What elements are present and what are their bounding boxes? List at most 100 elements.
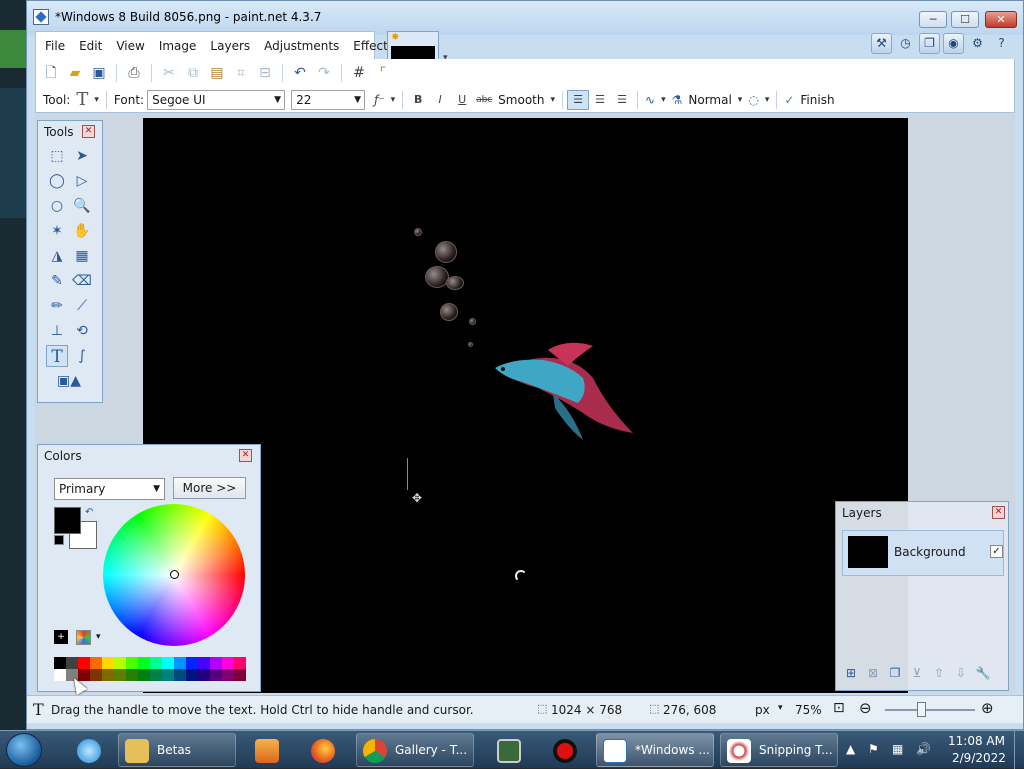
palette-swatch[interactable] [210,657,222,669]
deselect-icon[interactable]: ⊟ [254,63,276,83]
tools-panel-close-icon[interactable]: ✕ [82,125,95,138]
tools-window-toggle-icon[interactable]: ⚒ [871,33,892,54]
grid-icon[interactable]: # [348,63,370,83]
pencil-icon[interactable]: ✏ [46,295,68,317]
palette-swatch[interactable] [174,657,186,669]
zoom-icon[interactable]: 🔍 [71,195,93,217]
chevron-down-icon[interactable]: ▾ [762,95,773,105]
zoom-to-window-icon[interactable]: ⊡ [833,700,845,716]
close-button[interactable]: ✕ [985,11,1017,28]
pan-hand-icon[interactable]: ✋ [71,220,93,242]
palette-menu-icon[interactable] [76,630,91,645]
paintbrush-icon[interactable]: ✎ [46,270,68,292]
palette-swatch[interactable] [234,669,246,681]
palette-swatch[interactable] [162,669,174,681]
minimize-button[interactable]: ─ [919,11,947,28]
save-icon[interactable]: ▣ [88,63,110,83]
new-file-icon[interactable]: 🗋 [40,63,62,83]
italic-button[interactable]: I [429,93,451,106]
chevron-down-icon[interactable]: ▾ [388,95,399,105]
palette-swatch[interactable] [102,657,114,669]
align-right-icon[interactable]: ☰ [611,93,633,106]
layer-visibility-checkbox[interactable]: ✓ [990,545,1003,558]
palette-swatch[interactable] [174,669,186,681]
colors-window-toggle-icon[interactable]: ◉ [943,33,964,54]
palette-swatch[interactable] [150,657,162,669]
palette-swatch[interactable] [66,657,78,669]
bold-button[interactable]: B [407,93,429,106]
cut-icon[interactable]: ✂ [158,63,180,83]
move-layer-down-icon[interactable]: ⇩ [952,664,970,682]
palette-swatch[interactable] [186,669,198,681]
taskbar-app-chrome[interactable]: Gallery - T... [356,733,474,767]
network-icon[interactable]: ▦ [892,742,903,756]
show-hidden-icons-chevron-icon[interactable]: ▲ [846,742,855,756]
maximize-button[interactable]: ☐ [951,11,979,28]
help-icon[interactable]: ? [991,33,1012,54]
strikethrough-button[interactable]: abc [473,95,495,105]
more-colors-button[interactable]: More >> [173,477,246,499]
color-wheel-marker[interactable] [170,570,179,579]
selection-clipping-icon[interactable]: ◌ [745,93,761,107]
crop-icon[interactable]: ⌗ [230,63,252,83]
palette-swatch[interactable] [78,657,90,669]
taskbar-app-betas[interactable]: Betas [118,733,236,767]
move-selection-icon[interactable]: ▷ [71,170,93,192]
zoom-level[interactable]: 75% [795,703,822,717]
eraser-icon[interactable]: ⌫ [71,270,93,292]
taskbar-app-paintnet[interactable]: *Windows ... [596,733,714,767]
menu-view[interactable]: View [109,32,151,60]
rulers-icon[interactable]: ⌜ [372,63,394,83]
palette-swatch[interactable] [186,657,198,669]
palette-swatch[interactable] [234,657,246,669]
ellipse-select-icon[interactable]: ○ [46,195,68,217]
taskbar-app-snipping-tool[interactable]: Snipping T... [720,733,838,767]
palette-swatch[interactable] [198,669,210,681]
blend-mode-chevron-icon[interactable]: ▾ [735,95,746,105]
paintnet-app-icon[interactable] [33,9,49,25]
shapes-icon[interactable]: ▣▲ [46,370,92,392]
units-select[interactable]: px [755,703,770,717]
taskbar-firefox[interactable] [298,733,346,767]
palette-swatch[interactable] [222,657,234,669]
palette-swatch[interactable] [222,669,234,681]
font-smoothing-icon[interactable]: ƒ⁻ [371,93,388,107]
layer-properties-wrench-icon[interactable]: 🔧 [974,664,992,682]
start-button-windows-icon[interactable] [6,733,42,767]
move-layer-up-icon[interactable]: ⇧ [930,664,948,682]
palette-swatch[interactable] [54,669,66,681]
zoom-slider-track[interactable] [885,709,975,711]
copy-icon[interactable]: ⧉ [182,63,204,83]
palette-swatch[interactable] [114,669,126,681]
blend-mode-flask-icon[interactable]: ⚗ [669,93,686,107]
palette-swatch[interactable] [126,669,138,681]
antialiasing-value[interactable]: Smooth [495,93,547,107]
swap-colors-icon[interactable]: ↶ [85,507,93,518]
volume-icon[interactable]: 🔊 [916,742,931,756]
palette-swatch[interactable] [198,657,210,669]
taskbar-media-player[interactable] [242,733,290,767]
history-window-toggle-icon[interactable]: ◷ [895,33,916,54]
chevron-down-icon[interactable]: ▾ [658,95,669,105]
palette-swatch[interactable] [138,657,150,669]
menu-layers[interactable]: Layers [203,32,257,60]
print-icon[interactable]: ⎙ [123,63,145,83]
add-color-to-palette-icon[interactable]: + [54,630,68,644]
paste-icon[interactable]: ▤ [206,63,228,83]
taskbar-internet-explorer[interactable] [64,733,112,767]
layer-row-background[interactable]: Background ✓ [842,530,1004,576]
finish-check-icon[interactable]: ✓ [781,93,797,107]
menu-file[interactable]: File [38,32,72,60]
delete-layer-icon[interactable]: ⊠ [864,664,882,682]
palette-swatch[interactable] [210,669,222,681]
color-mode-select[interactable]: Primary ▼ [54,478,165,500]
zoom-out-icon[interactable]: ⊖ [859,699,872,717]
layers-panel-close-icon[interactable]: ✕ [992,506,1005,519]
antialiasing-chevron-icon[interactable]: ▾ [547,95,558,105]
menu-image[interactable]: Image [152,32,204,60]
lasso-select-icon[interactable]: ◯ [46,170,68,192]
reset-colors-icon[interactable] [54,535,64,545]
line-curve-icon[interactable]: ∫ [71,345,93,367]
taskbar-task-manager[interactable] [484,733,532,767]
open-folder-icon[interactable]: ▰ [64,63,86,83]
